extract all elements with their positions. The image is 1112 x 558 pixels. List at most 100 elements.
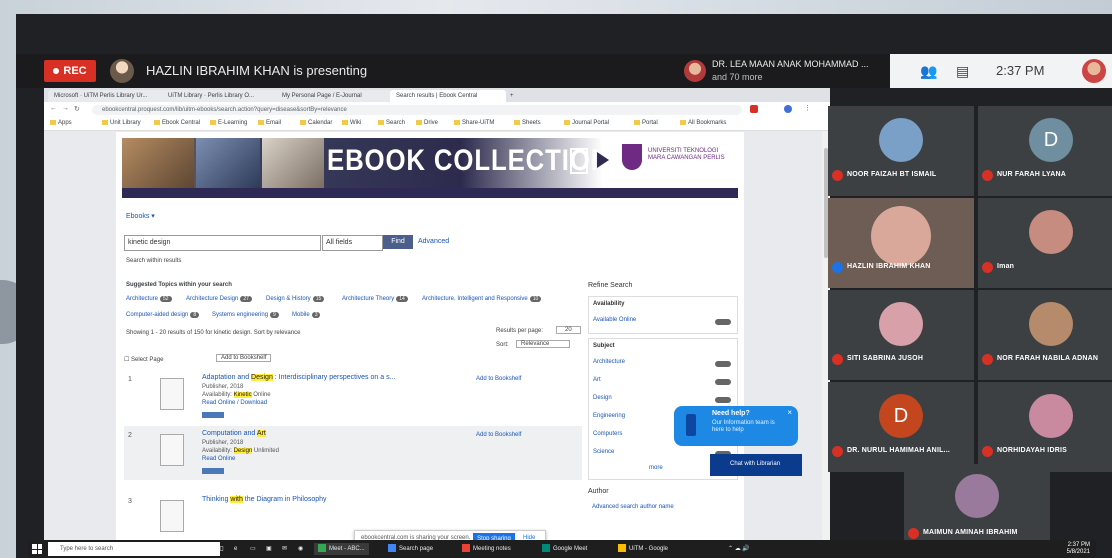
facet-option[interactable]: Architecture: [593, 359, 625, 365]
forward-icon[interactable]: →: [62, 105, 69, 112]
topic-chip[interactable]: Architecture Theory 14: [342, 296, 408, 302]
facet-option[interactable]: Advanced search author name: [592, 504, 674, 510]
topic-chip[interactable]: Architecture 52: [126, 296, 172, 302]
tab[interactable]: UiTM Library · Perlis Library O...: [162, 90, 278, 102]
windows-start-icon[interactable]: [32, 544, 42, 554]
taskbar-item[interactable]: UiTM - Google: [618, 543, 668, 555]
chat-with-librarian-button[interactable]: Chat with Librarian: [710, 454, 802, 476]
participant-tile[interactable]: NOR FARAH NABILA ADNAN: [978, 290, 1112, 380]
bookmark[interactable]: Email: [258, 120, 281, 126]
search-input[interactable]: kinetic design: [124, 235, 321, 251]
bookmark[interactable]: All Bookmarks: [680, 120, 726, 126]
bookmark[interactable]: Journal Portal: [564, 120, 609, 126]
participant-tile[interactable]: HAZLIN IBRAHIM KHAN: [828, 198, 974, 288]
result-title[interactable]: Adaptation and Design : Interdisciplinar…: [202, 374, 395, 381]
people-icon[interactable]: 👥: [920, 63, 937, 80]
self-avatar[interactable]: [1082, 59, 1106, 83]
profile-icon[interactable]: [784, 105, 792, 113]
bookmark[interactable]: Unit Library: [102, 120, 141, 126]
help-bubble[interactable]: Need help? Our Information team is here …: [674, 406, 798, 446]
url-field[interactable]: ebookcentral.proquest.com/lib/uitm-ebook…: [92, 105, 742, 115]
book-cover[interactable]: [160, 500, 184, 532]
taskbar-clock[interactable]: 2:37 PM 5/8/2021: [1067, 542, 1090, 556]
extension-icon[interactable]: [750, 105, 758, 113]
facet-option[interactable]: Art: [593, 377, 601, 383]
bookmark[interactable]: Share-UiTM: [454, 120, 494, 126]
bookmark[interactable]: Wiki: [342, 120, 361, 126]
tab[interactable]: My Personal Page / E-Journal: [276, 90, 392, 102]
facet-more-link[interactable]: more: [649, 465, 663, 471]
taskbar-item[interactable]: Google Meet: [542, 543, 587, 555]
chat-icon[interactable]: ▤: [956, 63, 969, 80]
result-title[interactable]: Thinking with the Diagram in Philosophy: [202, 496, 327, 503]
facet-option[interactable]: Science: [593, 449, 614, 455]
new-tab-icon[interactable]: +: [504, 90, 524, 102]
participant-tile[interactable]: D NUR FARAH LYANA: [978, 106, 1112, 196]
topic-chip[interactable]: Systems engineering 9: [212, 312, 279, 318]
tab-active[interactable]: Search results | Ebook Central: [390, 90, 506, 102]
add-to-bookshelf-link[interactable]: Add to Bookshelf: [476, 432, 521, 438]
search-tips[interactable]: Search within results: [126, 258, 181, 264]
facet-heading[interactable]: Availability: [593, 301, 624, 307]
folder-icon[interactable]: ▭: [250, 543, 256, 555]
participant-tile[interactable]: D DR. NURUL HAMIMAH ANIL...: [828, 382, 974, 472]
participant-tile[interactable]: MAIMUN AMINAH IBRAHIM: [904, 464, 1050, 548]
reload-icon[interactable]: ↻: [74, 105, 80, 113]
taskbar-item[interactable]: Meet - ABC...: [314, 543, 369, 555]
topic-chip[interactable]: Design & History 15: [266, 296, 325, 302]
mail-icon[interactable]: ✉: [282, 543, 287, 555]
participant-tile[interactable]: NORHIDAYAH IDRIS: [978, 382, 1112, 472]
breadcrumb[interactable]: Ebooks ▾: [126, 212, 155, 220]
edge-icon[interactable]: e: [234, 543, 237, 555]
participant-tile[interactable]: SITI SABRINA JUSOH: [828, 290, 974, 380]
back-icon[interactable]: ←: [50, 105, 57, 112]
facet-option[interactable]: Design: [593, 395, 612, 401]
chrome-icon[interactable]: ◉: [298, 543, 303, 555]
taskbar-search[interactable]: Type here to search: [48, 542, 220, 556]
participant-tile[interactable]: NOOR FAIZAH BT ISMAIL: [828, 106, 974, 196]
select-page-checkbox[interactable]: ☐ Select Page: [124, 356, 163, 363]
advanced-search-link[interactable]: Advanced: [418, 238, 449, 245]
topic-chip[interactable]: Architecture Design 27: [186, 296, 252, 302]
results-per-page-select[interactable]: 20: [556, 326, 581, 334]
taskbar-item[interactable]: Search page: [388, 543, 433, 555]
close-icon[interactable]: ×: [787, 408, 792, 417]
sort-select[interactable]: Relevance: [516, 340, 571, 348]
bookmark[interactable]: Sheets: [514, 120, 541, 126]
banner-title: EBOOK COLLECTION: [327, 144, 611, 177]
participant-tile[interactable]: Iman: [978, 198, 1112, 288]
result-title[interactable]: Computation and Art: [202, 430, 266, 437]
bookmark[interactable]: Calendar: [300, 120, 332, 126]
add-to-bookshelf-button[interactable]: Add to Bookshelf: [216, 354, 272, 362]
menu-icon[interactable]: ⋮: [804, 104, 811, 112]
pinned-participant[interactable]: DR. LEA MAAN ANAK MOHAMMAD ... and 70 mo…: [680, 56, 880, 86]
bookmark[interactable]: Drive: [416, 120, 438, 126]
bookmark[interactable]: Apps: [50, 120, 72, 126]
add-to-bookshelf-link[interactable]: Add to Bookshelf: [476, 376, 521, 382]
bookmark[interactable]: Portal: [634, 120, 658, 126]
tab[interactable]: Microsoft · UiTM Perlis Library Ur...: [48, 90, 164, 102]
facet-heading[interactable]: Subject: [593, 343, 615, 349]
topic-chip[interactable]: Mobile 3: [292, 312, 321, 318]
facet-option[interactable]: Engineering: [593, 413, 625, 419]
tray-icons[interactable]: ⌃ ☁ 🔊: [728, 543, 750, 555]
facet-option[interactable]: Computers: [593, 431, 622, 437]
author-facet-heading[interactable]: Author: [588, 488, 609, 495]
store-icon[interactable]: ▣: [266, 543, 272, 555]
topic-chip[interactable]: Computer-aided design 8: [126, 312, 200, 318]
topic-chip[interactable]: Architecture, Intelligent and Responsive…: [422, 296, 542, 302]
book-cover[interactable]: [160, 378, 184, 410]
bookmark[interactable]: Search: [378, 120, 405, 126]
find-button[interactable]: Find: [383, 235, 413, 249]
result-link[interactable]: Read Online: [202, 456, 235, 462]
book-cover[interactable]: [160, 434, 184, 466]
bookmark[interactable]: E-Learning: [210, 120, 247, 126]
facet-option[interactable]: Available Online: [593, 317, 636, 323]
bookmark[interactable]: Ebook Central: [154, 120, 200, 126]
task-view-icon[interactable]: ◫: [218, 543, 224, 555]
taskbar-item[interactable]: Meeting notes: [462, 543, 511, 555]
suggested-topics-label: Suggested Topics within your search: [126, 282, 232, 288]
result-link[interactable]: Read Online / Download: [202, 400, 267, 406]
search-scope-select[interactable]: All fields: [322, 235, 383, 251]
facet-count: [715, 397, 731, 403]
